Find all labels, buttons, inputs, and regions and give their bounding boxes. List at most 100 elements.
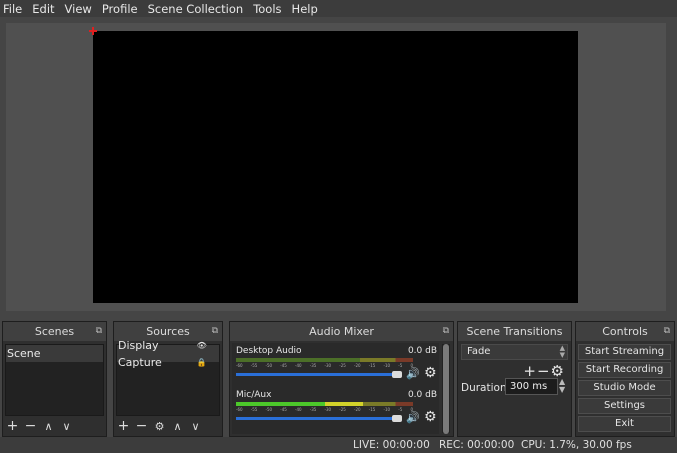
float-icon[interactable]: ⧉	[443, 322, 449, 341]
sources-toolbar: + − ⚙ ∧ ∨	[116, 418, 220, 434]
lock-icon[interactable]: 🔒	[197, 358, 207, 367]
scenes-list[interactable]: Scene	[5, 344, 104, 416]
transition-select[interactable]: Fade ▲ ▼	[461, 344, 568, 360]
meter-tick-label: -60	[236, 363, 243, 368]
mixer-scrollbar[interactable]	[442, 344, 450, 434]
add-source-button[interactable]: +	[116, 418, 131, 434]
volume-fader[interactable]	[236, 371, 402, 378]
gear-icon[interactable]: ⚙	[424, 365, 437, 381]
live-status: LIVE: 00:00:00	[353, 439, 430, 451]
scenes-toolbar: + − ∧ ∨	[5, 418, 104, 434]
controls-dock: Controls ⧉ Start Streaming Start Recordi…	[575, 321, 675, 437]
audio-mixer-dock: Audio Mixer ⧉ Desktop Audio 0.0 dB -60 -5…	[229, 321, 454, 437]
meter-tick-label: -45	[280, 407, 287, 412]
mixer-channel-mic: Mic/Aux 0.0 dB -60 -55 -50 -45 -40 -35 -30 -25 -…	[234, 389, 439, 433]
duration-label: Duration	[461, 382, 507, 394]
fader-knob[interactable]	[392, 371, 402, 378]
meter-tick-label: -5	[398, 407, 403, 412]
menu-file[interactable]: File	[3, 2, 22, 16]
meter-tick-label: -40	[295, 407, 302, 412]
mixer-channels: Desktop Audio 0.0 dB -60 -55 -50 -45 -40 -35 -…	[232, 343, 439, 434]
meter-tick-label: -15	[368, 363, 376, 368]
audio-mixer-title: Audio Mixer ⧉	[230, 322, 453, 341]
settings-button[interactable]: Settings	[578, 398, 671, 414]
source-up-button[interactable]: ∧	[170, 419, 185, 434]
meter-tick-label: -45	[280, 363, 287, 368]
source-properties-button[interactable]: ⚙	[152, 419, 167, 434]
meter-tick-label: -35	[309, 363, 317, 368]
preview-canvas[interactable]	[89, 27, 578, 303]
remove-source-button[interactable]: −	[134, 418, 149, 434]
menu-edit[interactable]: Edit	[32, 2, 54, 16]
meter-tick-label: -60	[236, 407, 243, 412]
menu-help[interactable]: Help	[292, 2, 318, 16]
channel-name: Desktop Audio	[236, 346, 302, 356]
remove-scene-button[interactable]: −	[23, 418, 38, 434]
start-streaming-button[interactable]: Start Streaming	[578, 344, 671, 360]
duration-input[interactable]: 300 ms	[505, 378, 558, 395]
meter-tick-label: -25	[339, 407, 346, 412]
meter-ticks: -60 -55 -50 -45 -40 -35 -30 -25 -20 -15 -10 -5 0	[236, 407, 413, 413]
scene-up-button[interactable]: ∧	[41, 419, 56, 434]
cpu-status: CPU: 1.7%, 30.00 fps	[521, 439, 632, 451]
add-scene-button[interactable]: +	[5, 418, 20, 434]
float-icon[interactable]: ⧉	[664, 322, 670, 341]
meter-tick-label: -20	[354, 363, 361, 368]
volume-icon[interactable]: 🔊	[406, 367, 420, 380]
meter-tick-label: -55	[250, 363, 258, 368]
fader-knob[interactable]	[392, 415, 402, 422]
status-bar: LIVE: 00:00:00 REC: 00:00:00 CPU: 1.7%, …	[0, 437, 677, 453]
gear-icon[interactable]: ⚙	[424, 409, 437, 425]
scene-item[interactable]: Scene	[6, 345, 103, 362]
level-meter	[236, 402, 413, 406]
sources-list[interactable]: Display Capture 👁 🔒	[116, 339, 220, 416]
sources-dock: Sources ⧉ Display Capture 👁 🔒 + − ⚙ ∧ ∨	[113, 321, 223, 437]
source-item[interactable]: Display Capture 👁 🔒	[117, 339, 219, 369]
chevron-updown-icon: ▲ ▼	[559, 344, 565, 359]
meter-tick-label: -55	[250, 407, 258, 412]
menu-tools[interactable]: Tools	[253, 2, 281, 16]
meter-fill	[236, 402, 364, 406]
meter-tick-label: -40	[295, 363, 302, 368]
meter-tick-label: -30	[324, 407, 332, 412]
preview-area[interactable]	[6, 23, 666, 311]
meter-tick-label: -35	[309, 407, 317, 412]
meter-tick-label: -25	[339, 363, 346, 368]
source-down-button[interactable]: ∨	[188, 419, 203, 434]
mixer-channel-desktop: Desktop Audio 0.0 dB -60 -55 -50 -45 -40 -35 -…	[234, 345, 439, 389]
scrollbar-thumb[interactable]	[443, 344, 449, 434]
source-handle-icon[interactable]	[89, 27, 97, 35]
meter-tick-label: -10	[383, 407, 391, 412]
channel-name: Mic/Aux	[236, 390, 272, 400]
source-item-label: Display Capture	[118, 338, 162, 369]
volume-icon[interactable]: 🔊	[406, 411, 420, 424]
channel-db: 0.0 dB	[407, 390, 437, 400]
menu-view[interactable]: View	[65, 2, 92, 16]
volume-fader[interactable]	[236, 415, 402, 422]
meter-tick-label: -20	[354, 407, 361, 412]
scene-down-button[interactable]: ∨	[59, 419, 74, 434]
exit-button[interactable]: Exit	[578, 416, 671, 432]
menu-profile[interactable]: Profile	[102, 2, 138, 16]
meter-tick-label: -50	[265, 363, 273, 368]
rec-status: REC: 00:00:00	[439, 439, 515, 451]
duration-spinner-icon[interactable]: ▲ ▼	[559, 378, 565, 394]
eye-icon[interactable]: 👁	[197, 341, 207, 350]
channel-db: 0.0 dB	[407, 346, 437, 356]
scenes-title: Scenes ⧉	[3, 322, 106, 341]
meter-tick-label: -15	[368, 407, 376, 412]
float-icon[interactable]: ⧉	[96, 322, 102, 341]
level-meter	[236, 358, 413, 362]
menu-scene-collection[interactable]: Scene Collection	[148, 2, 244, 16]
start-recording-button[interactable]: Start Recording	[578, 362, 671, 378]
meter-tick-label: -5	[398, 363, 403, 368]
studio-mode-button[interactable]: Studio Mode	[578, 380, 671, 396]
meter-tick-label: -10	[383, 363, 391, 368]
menu-bar: File Edit View Profile Scene Collection …	[0, 0, 677, 17]
meter-ticks: -60 -55 -50 -45 -40 -35 -30 -25 -20 -15 -10 -5 0	[236, 363, 413, 369]
scenes-dock: Scenes ⧉ Scene + − ∧ ∨	[2, 321, 107, 437]
meter-tick-label: -30	[324, 363, 332, 368]
meter-tick-label: -50	[265, 407, 273, 412]
transitions-title: Scene Transitions	[458, 322, 571, 341]
scene-transitions-dock: Scene Transitions Fade ▲ ▼ +−⚙ Duration 3…	[457, 321, 572, 437]
